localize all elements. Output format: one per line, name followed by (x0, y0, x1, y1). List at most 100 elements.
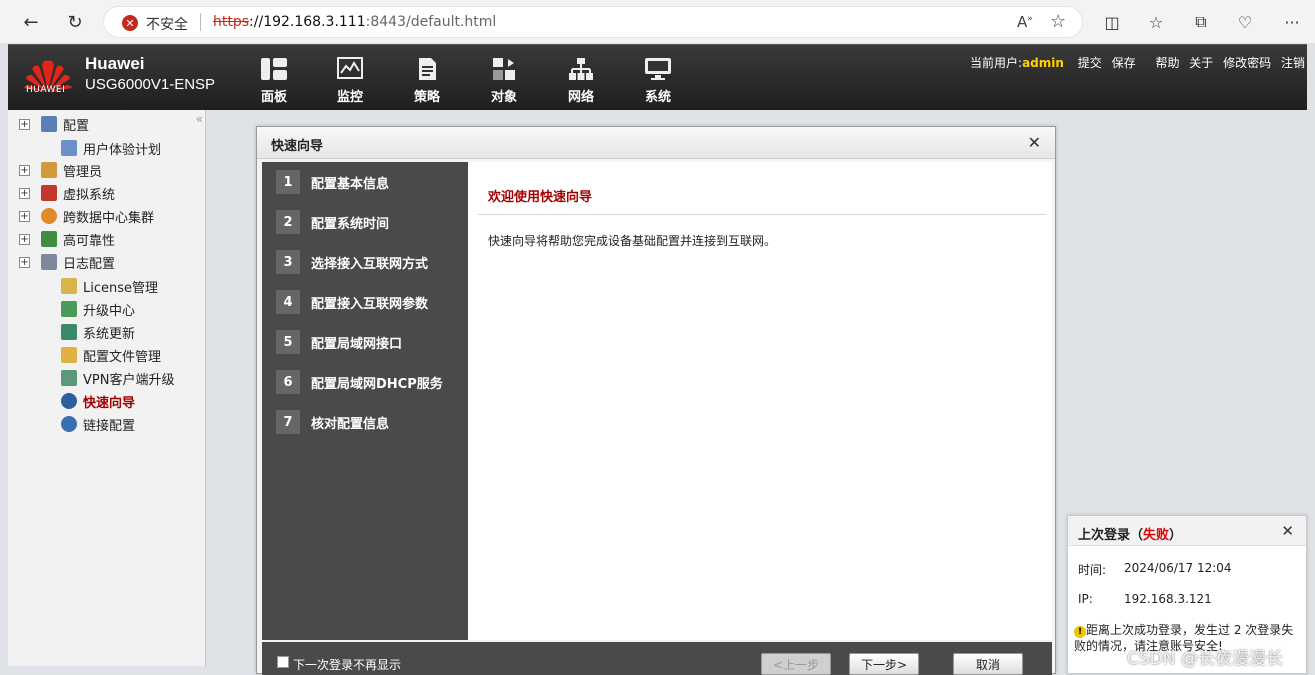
network-icon (569, 58, 593, 80)
sidebar-item-config[interactable]: + 配置 (8, 113, 198, 135)
object-icon (493, 58, 515, 80)
step-number: 7 (276, 410, 300, 434)
sidebar-item-log-config[interactable]: + 日志配置 (8, 251, 198, 273)
sidebar-item-vpn-upgrade[interactable]: VPN客户端升级 (8, 367, 198, 389)
log-icon (41, 254, 57, 270)
sidebar-item-ux-plan[interactable]: 用户体验计划 (8, 137, 198, 159)
step-label: 选择接入互联网方式 (311, 256, 429, 272)
split-screen-icon[interactable]: ◫ (1100, 10, 1124, 34)
step-label: 配置系统时间 (311, 216, 390, 232)
address-bar[interactable]: ✕ 不安全 https://192.168.3.111:8443/default… (103, 6, 1083, 38)
sidebar-item-license[interactable]: License管理 (8, 275, 198, 297)
username: admin (1022, 56, 1064, 70)
wizard-step[interactable]: 6 配置局域网DHCP服务 (276, 370, 443, 394)
dont-show-label[interactable]: 下一次登录不再显示 (293, 656, 401, 673)
admin-icon (41, 162, 57, 178)
step-label: 配置局域网DHCP服务 (311, 376, 443, 392)
login-status: 失败 (1143, 528, 1170, 543)
ux-plan-icon (61, 140, 77, 156)
favorites-icon[interactable]: ☆ (1144, 10, 1168, 34)
wizard-content: 欢迎使用快速向导 快速向导将帮助您完成设备基础配置并连接到互联网。 (468, 162, 1052, 640)
sidebar-item-system-update[interactable]: 系统更新 (8, 321, 198, 343)
sidebar-item-label: 快速向导 (83, 395, 136, 411)
sidebar-item-label: 跨数据中心集群 (63, 210, 155, 226)
close-icon[interactable]: ✕ (1281, 522, 1294, 540)
next-button[interactable]: 下一步> (849, 653, 919, 675)
extensions-icon[interactable]: ♡ (1233, 10, 1257, 34)
nav-label: 监控 (336, 90, 363, 105)
step-number: 6 (276, 370, 300, 394)
change-password-link[interactable]: 修改密码 (1223, 56, 1271, 70)
expand-icon[interactable]: + (19, 187, 30, 199)
collections-icon[interactable]: ⧉ (1189, 10, 1213, 34)
security-warning-icon[interactable]: ✕ (122, 15, 138, 31)
expand-icon[interactable]: + (19, 118, 30, 130)
sidebar-item-label: 用户体验计划 (83, 142, 162, 158)
close-icon[interactable]: ✕ (1028, 133, 1041, 152)
expand-icon[interactable]: + (19, 164, 30, 176)
back-arrow-icon[interactable]: ← (18, 9, 44, 35)
url-text[interactable]: https://192.168.3.111:8443/default.html (213, 14, 496, 30)
step-number: 3 (276, 250, 300, 274)
expand-icon[interactable]: + (19, 233, 30, 245)
read-aloud-icon[interactable]: A» (1017, 13, 1033, 31)
sidebar-item-quick-wizard[interactable]: 快速向导 (8, 390, 198, 412)
last-login-title: 上次登录（失败） (1078, 524, 1182, 543)
expand-icon[interactable]: + (19, 256, 30, 268)
time-label: 时间: (1078, 563, 1107, 577)
step-number: 5 (276, 330, 300, 354)
wizard-step[interactable]: 7 核对配置信息 (276, 410, 389, 434)
nav-network[interactable]: 网络 (551, 57, 611, 109)
wizard-step[interactable]: 3 选择接入互联网方式 (276, 250, 428, 274)
insecure-label[interactable]: 不安全 (146, 14, 188, 34)
dont-show-checkbox[interactable] (277, 656, 289, 668)
reload-icon[interactable]: ↻ (62, 9, 88, 35)
sidebar-item-virtual-system[interactable]: + 虚拟系统 (8, 182, 198, 204)
nav-monitor[interactable]: 监控 (320, 57, 380, 109)
vpn-icon (61, 370, 77, 386)
sidebar-item-ha[interactable]: + 高可靠性 (8, 228, 198, 250)
url-separator (200, 13, 201, 31)
url-path: :8443/default.html (365, 14, 497, 30)
quick-wizard-dialog: 快速向导 ✕ 1 配置基本信息 2 配置系统时间 3 选择接入互联网方式 4 配置接入互… (256, 126, 1056, 675)
cancel-button[interactable]: 取消 (953, 653, 1023, 675)
wizard-step[interactable]: 1 配置基本信息 (276, 170, 389, 194)
sidebar-item-link-config[interactable]: 链接配置 (8, 413, 198, 435)
dialog-footer: 下一次登录不再显示 <上一步 下一步> 取消 (262, 642, 1052, 675)
wizard-step[interactable]: 4 配置接入互联网参数 (276, 290, 428, 314)
brand-name: Huawei (85, 54, 145, 73)
favorite-star-icon[interactable]: ☆ (1050, 11, 1066, 32)
step-label: 配置基本信息 (311, 176, 390, 192)
nav-label: 策略 (413, 90, 440, 105)
step-label: 配置接入互联网参数 (311, 296, 429, 312)
help-link[interactable]: 帮助 (1155, 56, 1179, 70)
cluster-icon (41, 208, 57, 224)
logout-link[interactable]: 注销 (1281, 56, 1305, 70)
dialog-titlebar[interactable]: 快速向导 ✕ (257, 127, 1055, 159)
system-update-icon (61, 324, 77, 340)
nav-dashboard[interactable]: 面板 (244, 57, 304, 109)
sidebar-item-label: 管理员 (63, 164, 103, 180)
about-link[interactable]: 关于 (1189, 56, 1213, 70)
nav-object[interactable]: 对象 (474, 57, 534, 109)
submit-link[interactable]: 提交 (1078, 56, 1102, 70)
save-link[interactable]: 保存 (1112, 56, 1136, 70)
sidebar-item-dc-cluster[interactable]: + 跨数据中心集群 (8, 205, 198, 227)
sidebar-item-upgrade-center[interactable]: 升级中心 (8, 298, 198, 320)
sidebar-item-admin[interactable]: + 管理员 (8, 159, 198, 181)
nav-policy[interactable]: 策略 (397, 57, 457, 109)
more-menu-icon[interactable]: ··· (1280, 10, 1304, 34)
nav-label: 面板 (260, 90, 287, 105)
sidebar-item-label: 虚拟系统 (63, 187, 116, 203)
expand-icon[interactable]: + (19, 210, 30, 222)
time-value: 2024/06/17 12:04 (1124, 561, 1232, 575)
dialog-title: 快速向导 (271, 139, 324, 154)
wizard-step[interactable]: 2 配置系统时间 (276, 210, 389, 234)
sidebar-item-config-file[interactable]: 配置文件管理 (8, 344, 198, 366)
previous-button[interactable]: <上一步 (761, 653, 831, 675)
wizard-step[interactable]: 5 配置局域网接口 (276, 330, 402, 354)
sidebar-item-label: 升级中心 (83, 303, 136, 319)
login-ip-row: IP: 192.168.3.121 (1078, 592, 1212, 606)
step-label: 配置局域网接口 (311, 336, 403, 352)
nav-system[interactable]: 系统 (628, 57, 688, 109)
